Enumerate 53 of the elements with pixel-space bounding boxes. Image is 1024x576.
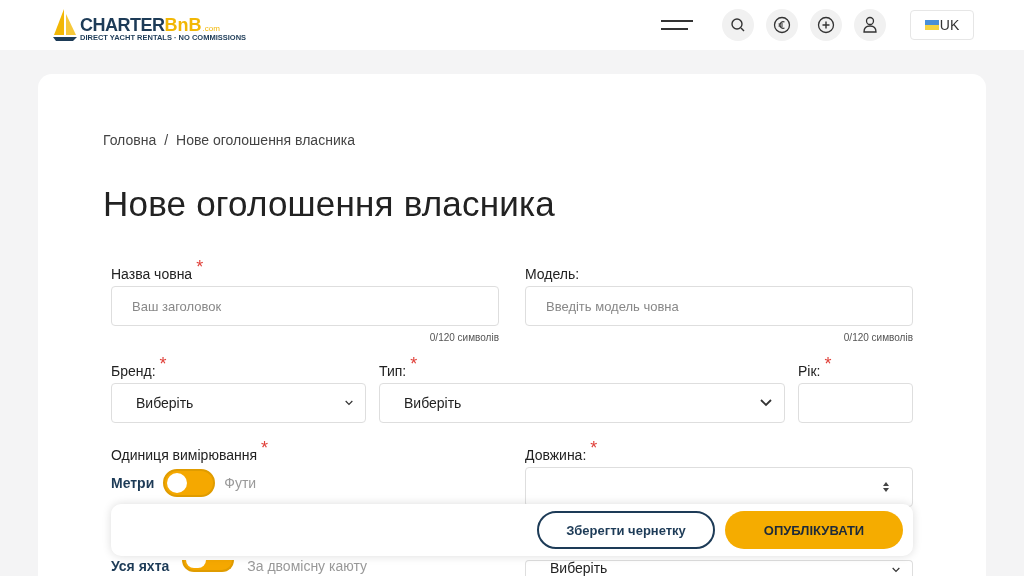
sailboat-icon: [52, 8, 78, 42]
required-mark: *: [261, 439, 269, 457]
field-label: Назва човна: [111, 266, 193, 282]
field-label: Модель:: [525, 266, 580, 282]
select-field[interactable]: Виберіть: [525, 560, 913, 576]
required-mark: *: [196, 258, 204, 276]
field-label: Одиниця вимірювання: [111, 447, 257, 463]
publish-button[interactable]: ОПУБЛІКУВАТИ: [725, 511, 903, 549]
logo-suffix: .com: [202, 25, 220, 33]
input-field[interactable]: [798, 383, 913, 423]
breadcrumb-separator: /: [164, 132, 169, 148]
toggle-switch[interactable]: [182, 560, 235, 572]
toggle-option: Фути: [224, 475, 257, 491]
field-label: Рік:: [798, 363, 821, 379]
logo-accent: BnB: [164, 16, 202, 34]
account-button[interactable]: [854, 9, 886, 41]
search-button[interactable]: [722, 9, 754, 41]
page-title: Нове оголошення власника: [103, 184, 556, 224]
currency-button[interactable]: [766, 9, 798, 41]
select-field[interactable]: Виберіть: [111, 383, 366, 423]
number-field[interactable]: [525, 467, 913, 507]
field-label: Довжина:: [525, 447, 587, 463]
save-draft-button[interactable]: Зберегти чернетку: [537, 511, 715, 549]
euro-icon: [773, 16, 791, 34]
select-field[interactable]: Виберіть: [379, 383, 785, 423]
field-label: Бренд:: [111, 363, 156, 379]
user-icon: [862, 16, 878, 34]
required-mark: *: [159, 355, 167, 373]
input-field[interactable]: Введіть модель човна: [525, 286, 913, 326]
toggle-option: За двомісну каюту: [247, 560, 367, 573]
search-icon: [730, 17, 746, 33]
toggle-switch[interactable]: [163, 469, 216, 497]
character-counter: 0/120 символів: [429, 332, 499, 343]
flag-icon: [924, 20, 939, 30]
plus-icon: [817, 16, 835, 34]
required-mark: *: [824, 355, 832, 373]
menu-icon[interactable]: [660, 19, 694, 31]
toggle-option: Метри: [111, 475, 155, 491]
field-label: Тип:: [379, 363, 407, 379]
language-button[interactable]: UK: [910, 10, 974, 40]
input-field[interactable]: Ваш заголовок: [111, 286, 499, 326]
toggle-option: Уся яхта: [111, 560, 170, 573]
required-mark: *: [410, 355, 418, 373]
logo-wordmark: CHARTER: [80, 16, 165, 34]
breadcrumb-link[interactable]: Головна: [103, 132, 157, 148]
required-mark: *: [590, 439, 598, 457]
add-button[interactable]: [810, 9, 842, 41]
chevron-icon: [345, 400, 353, 406]
character-counter: 0/120 символів: [843, 332, 913, 343]
breadcrumb-link[interactable]: Нове оголошення власника: [176, 132, 355, 148]
chevron-icon: [760, 399, 772, 407]
spinner-icon: [882, 481, 890, 493]
chevron-icon: [892, 567, 900, 573]
